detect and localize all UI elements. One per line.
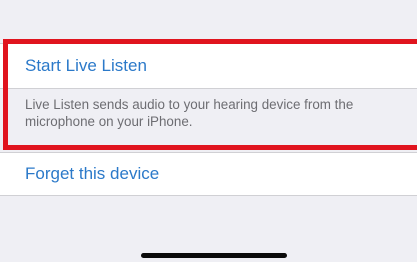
- forget-device-button[interactable]: Forget this device: [25, 164, 159, 184]
- live-listen-footer-text: Live Listen sends audio to your hearing …: [25, 97, 354, 129]
- start-live-listen-cell[interactable]: Start Live Listen: [0, 43, 417, 89]
- home-indicator: [141, 253, 287, 258]
- forget-device-cell[interactable]: Forget this device: [0, 152, 417, 196]
- start-live-listen-button[interactable]: Start Live Listen: [25, 56, 147, 76]
- settings-screen: Start Live Listen Live Listen sends audi…: [0, 0, 417, 262]
